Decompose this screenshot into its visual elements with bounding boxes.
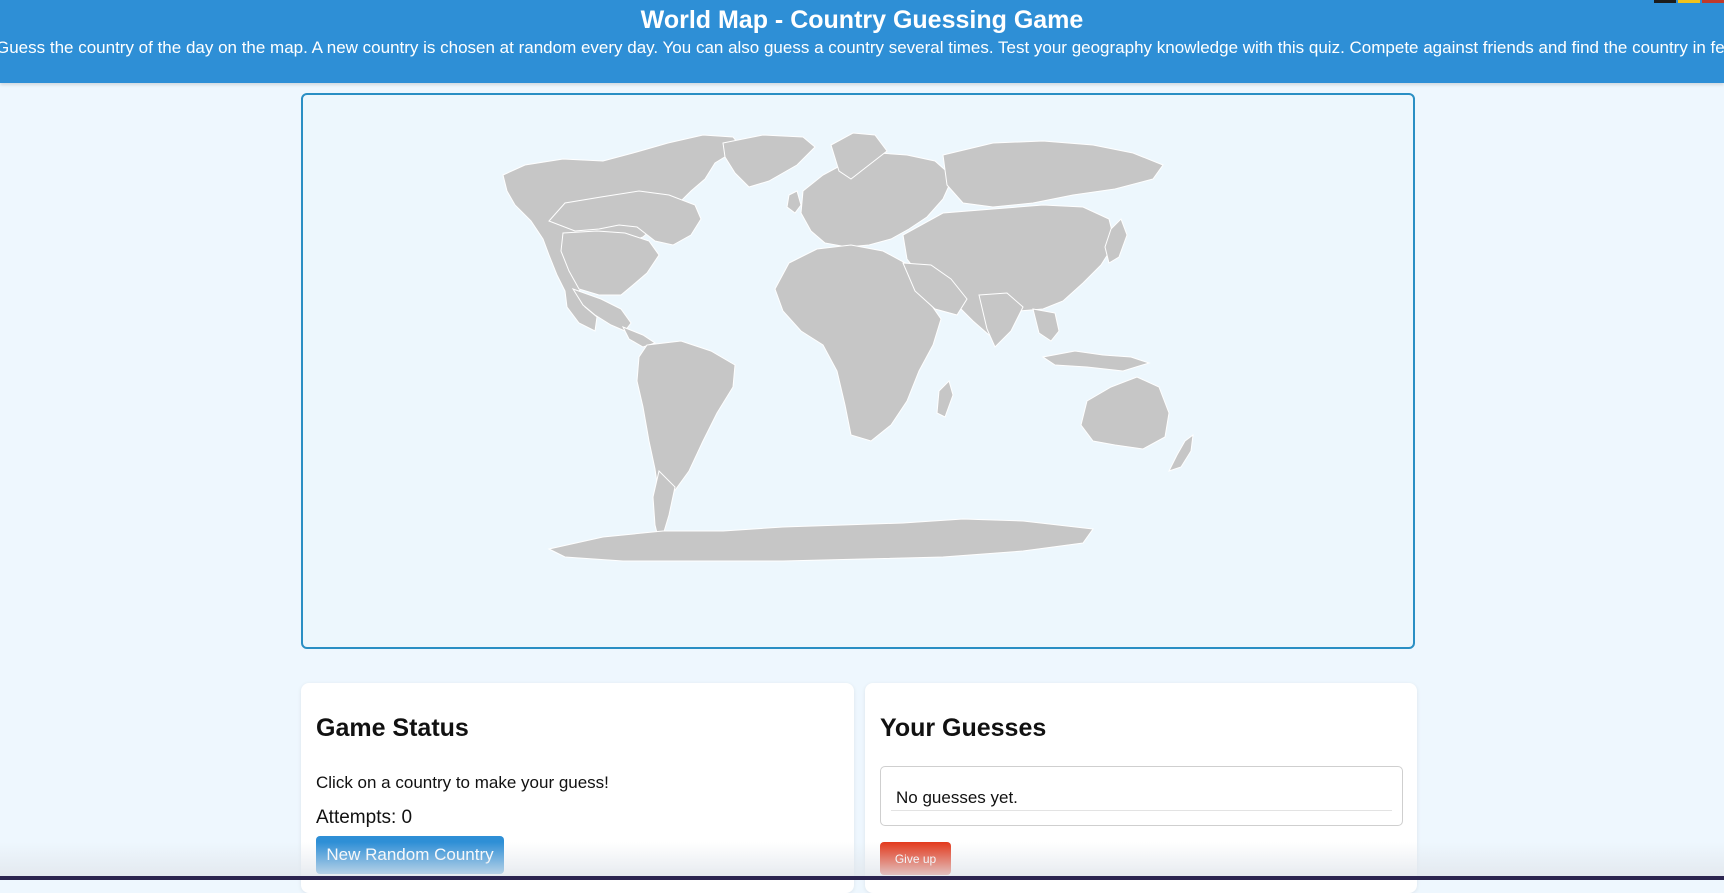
country-central-america[interactable] (621, 326, 657, 348)
flag-icon[interactable] (1702, 0, 1724, 3)
game-status-heading: Game Status (316, 714, 469, 742)
country-india[interactable] (978, 292, 1024, 348)
country-greenland[interactable] (722, 134, 816, 188)
country-russia[interactable] (942, 140, 1164, 208)
give-up-button[interactable]: Give up (880, 842, 951, 875)
new-random-country-button[interactable]: New Random Country (316, 836, 504, 874)
country-indonesia[interactable] (1041, 350, 1151, 372)
country-australia[interactable] (1080, 376, 1170, 450)
guess-list: No guesses yet. (880, 766, 1403, 826)
world-map-svg[interactable] (303, 95, 1415, 649)
world-map[interactable] (301, 93, 1415, 649)
page-title: World Map - Country Guessing Game (640, 6, 1084, 34)
bottom-fade (0, 842, 1724, 880)
attempts-counter: Attempts: 0 (316, 807, 413, 828)
taskbar-edge (0, 876, 1724, 880)
page-header: World Map - Country Guessing Game Guess … (0, 0, 1724, 83)
status-instruction: Click on a country to make your guess! (316, 773, 609, 792)
guesses-card: Your Guesses No guesses yet. Give up (865, 683, 1417, 893)
country-brazil[interactable] (636, 340, 736, 508)
country-uk[interactable] (786, 190, 802, 214)
guess-list-empty: No guesses yet. (896, 788, 1018, 807)
country-antarctica[interactable] (547, 518, 1094, 562)
language-switcher[interactable] (1654, 0, 1724, 3)
country-new-zealand[interactable] (1168, 433, 1194, 472)
game-status-card: Game Status Click on a country to make y… (301, 683, 854, 893)
country-madagascar[interactable] (936, 380, 954, 418)
flag-icon[interactable] (1654, 0, 1676, 3)
country-southeast-asia[interactable] (1032, 308, 1060, 342)
guesses-heading: Your Guesses (880, 714, 1047, 742)
flag-icon[interactable] (1678, 0, 1700, 3)
divider (891, 810, 1392, 811)
page-subtitle: Guess the country of the day on the map.… (0, 38, 1724, 57)
